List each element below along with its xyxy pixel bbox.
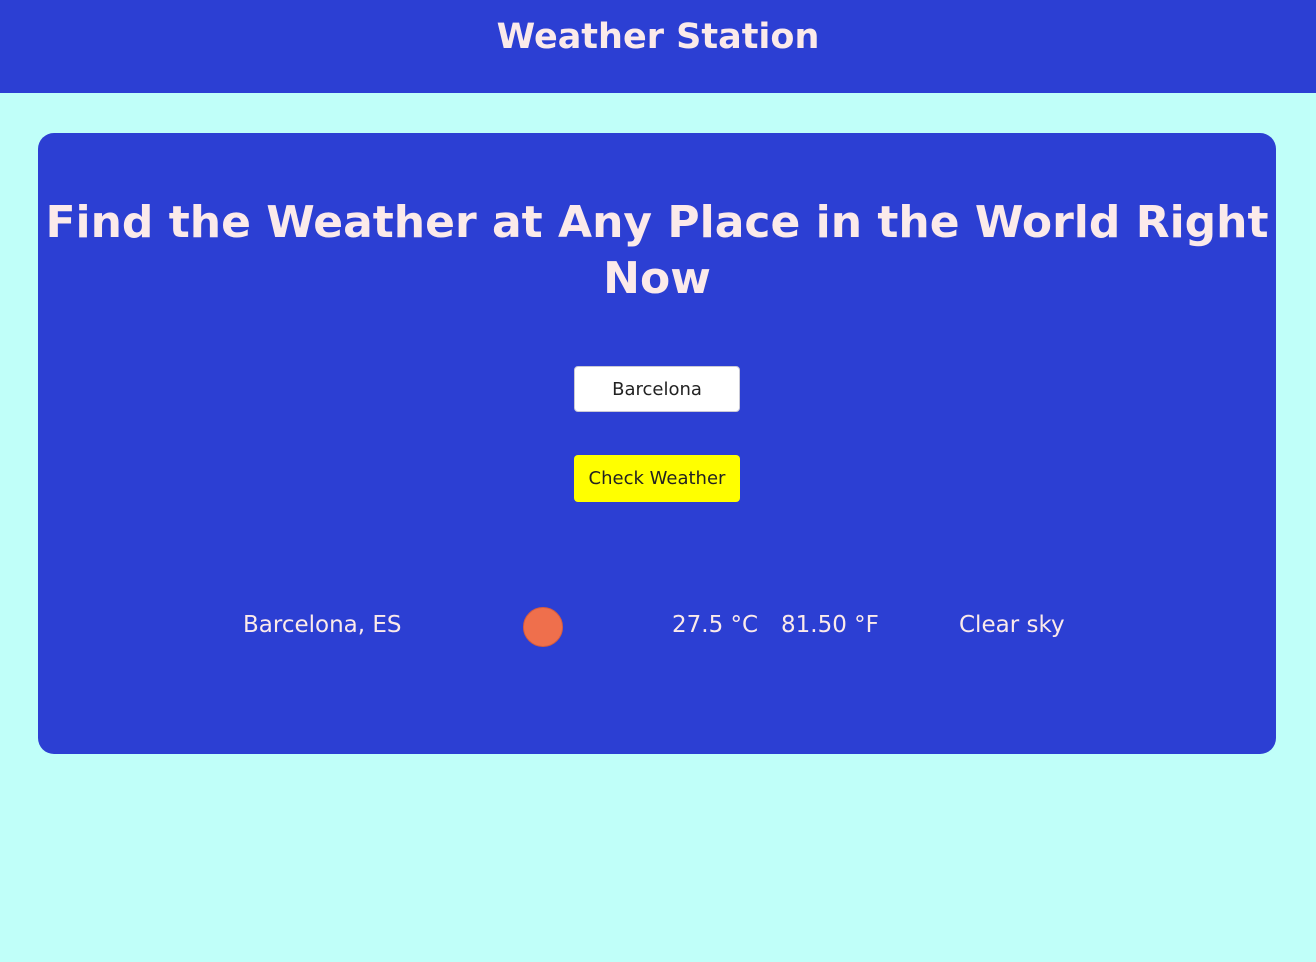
top-bar: Weather Station	[0, 0, 1316, 93]
city-search-input[interactable]	[574, 366, 740, 412]
temperature-fahrenheit: 81.50 °F	[781, 612, 879, 638]
sun-icon	[523, 607, 563, 647]
check-weather-button[interactable]: Check Weather	[574, 455, 740, 502]
weather-card: Find the Weather at Any Place in the Wor…	[38, 133, 1276, 754]
page-headline: Find the Weather at Any Place in the Wor…	[45, 197, 1269, 304]
weather-condition: Clear sky	[959, 612, 1065, 638]
weather-result: Barcelona, ES 27.5 °C 81.50 °F Clear sky	[38, 605, 1276, 649]
temperature-celsius: 27.5 °C	[672, 612, 759, 638]
result-location: Barcelona, ES	[243, 612, 402, 638]
app-title: Weather Station	[496, 17, 820, 57]
